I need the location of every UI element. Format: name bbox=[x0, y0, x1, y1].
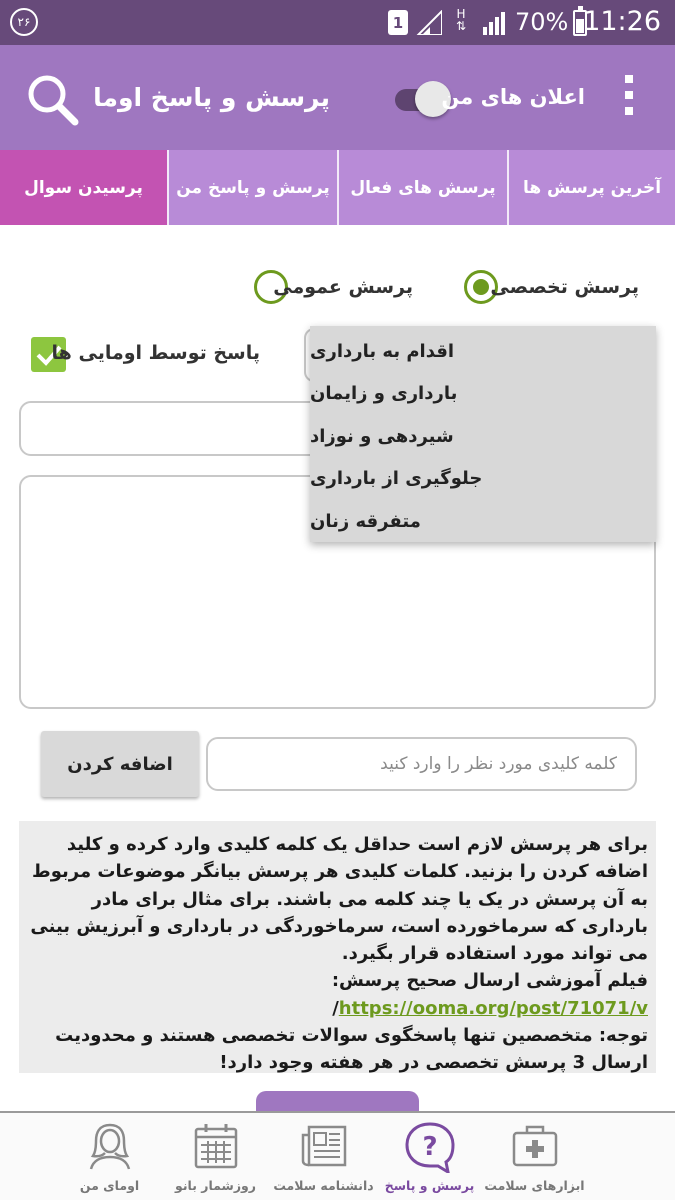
nav-questions[interactable]: ? پرسش و پاسخ bbox=[377, 1121, 482, 1200]
page-title: پرسش و پاسخ اوما bbox=[93, 83, 330, 112]
category-dropdown: اقدام به بارداری بارداری و زایمان شیردهی… bbox=[310, 326, 656, 542]
calendar-icon bbox=[194, 1124, 237, 1169]
dropdown-option[interactable]: جلوگیری از بارداری bbox=[310, 458, 656, 501]
nav-label: روزشمار بانو bbox=[175, 1178, 256, 1193]
nav-label: دانشنامه سلامت bbox=[273, 1178, 374, 1193]
question-bubble-icon: ? bbox=[404, 1122, 455, 1173]
video-tutorial-link[interactable]: https://ooma.org/post/71071/v bbox=[339, 998, 648, 1019]
nav-health-tools[interactable]: ابزارهای سلامت bbox=[482, 1121, 587, 1200]
dropdown-option[interactable]: بارداری و زایمان bbox=[310, 373, 656, 416]
tab-active-questions[interactable]: پرسش های فعال bbox=[337, 150, 507, 225]
nav-label: پرسش و پاسخ bbox=[384, 1178, 475, 1193]
nav-my-ooma[interactable]: اومای من bbox=[57, 1121, 162, 1200]
clock: 11:26 bbox=[583, 6, 661, 37]
network-type-label: H ⇅ bbox=[456, 7, 467, 33]
tab-ask-question[interactable]: پرسیدن سوال bbox=[0, 150, 167, 225]
tab-bar: پرسیدن سوال پرسش و پاسخ من پرسش های فعال… bbox=[0, 150, 675, 225]
nav-encyclopedia[interactable]: دانشنامه سلامت bbox=[271, 1121, 376, 1200]
notification-count-badge: ۲۶ bbox=[10, 8, 38, 36]
tab-latest-questions[interactable]: آخرین پرسش ها bbox=[507, 150, 675, 225]
tab-my-questions[interactable]: پرسش و پاسخ من bbox=[167, 150, 337, 225]
nav-label: ابزارهای سلامت bbox=[484, 1178, 585, 1193]
signal-strength-icon bbox=[416, 10, 442, 35]
search-icon[interactable] bbox=[26, 73, 80, 127]
more-vertical-icon[interactable] bbox=[620, 75, 638, 123]
info-paragraph: برای هر پرسش لازم است حداقل یک کلمه کلید… bbox=[30, 834, 648, 965]
info-note: توجه: متخصصین تنها پاسخگوی سوالات تخصصی … bbox=[55, 1025, 648, 1074]
add-keyword-button[interactable]: اضافه کردن bbox=[41, 731, 199, 797]
svg-text:?: ? bbox=[422, 1132, 437, 1162]
cellular-signal-icon bbox=[483, 12, 505, 35]
newspaper-icon bbox=[301, 1125, 346, 1167]
info-box: برای هر پرسش لازم است حداقل یک کلمه کلید… bbox=[19, 821, 656, 1073]
radio-general-label: پرسش عمومی bbox=[273, 276, 413, 298]
dropdown-option[interactable]: اقدام به بارداری bbox=[310, 330, 656, 373]
status-bar: ۲۶ 1 H ⇅ 70% 11:26 bbox=[0, 0, 675, 45]
profile-woman-icon bbox=[89, 1123, 130, 1170]
battery-percent: 70% bbox=[515, 8, 569, 36]
bottom-navigation: ابزارهای سلامت ? پرسش و پاسخ دانشنامه سل… bbox=[0, 1111, 675, 1200]
keyword-input[interactable] bbox=[206, 737, 637, 791]
ooma-answer-label: پاسخ توسط اومایی ها bbox=[51, 342, 260, 364]
sim-card-icon: 1 bbox=[388, 10, 408, 35]
app-header: پرسش و پاسخ اوما اعلان های من bbox=[0, 45, 675, 150]
health-kit-icon bbox=[512, 1125, 557, 1167]
nav-label: اومای من bbox=[79, 1178, 140, 1193]
video-tutorial-line: فیلم آموزشی ارسال صحیح پرسش: https://oom… bbox=[27, 967, 648, 1022]
video-tutorial-label: فیلم آموزشی ارسال صحیح پرسش: bbox=[331, 970, 648, 992]
video-link-suffix: / bbox=[332, 997, 339, 1019]
dropdown-option[interactable]: شیردهی و نوزاد bbox=[310, 415, 656, 458]
notifications-label: اعلان های من bbox=[441, 85, 585, 109]
radio-specialist-label: پرسش تخصصی bbox=[490, 276, 639, 298]
nav-calendar[interactable]: روزشمار بانو bbox=[163, 1121, 268, 1200]
dropdown-option[interactable]: متفرقه زنان bbox=[310, 500, 656, 543]
